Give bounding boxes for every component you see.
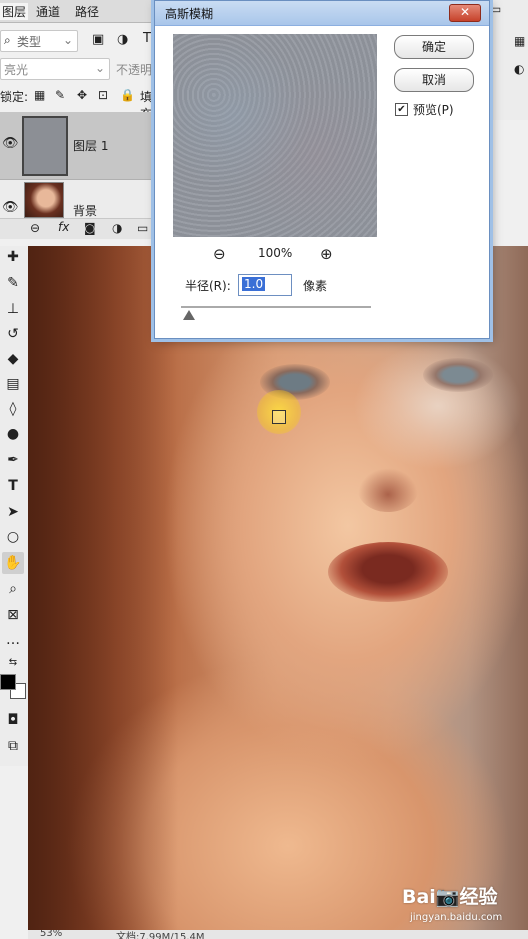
photo-nose [358, 468, 418, 512]
radius-unit: 像素 [303, 279, 328, 293]
radius-label: 半径(R): [185, 279, 231, 293]
mask-icon[interactable]: ◙ [84, 221, 96, 235]
zoom-icon[interactable]: ⌕ [2, 578, 24, 600]
lock-transparent-icon[interactable]: ▦ [34, 88, 45, 102]
filter-pixel-icon[interactable]: ▣ [92, 32, 104, 47]
brush-icon[interactable]: ✎ [2, 272, 24, 294]
blur-preview[interactable] [173, 34, 377, 237]
zoom-in-icon[interactable]: ⊕ [320, 245, 333, 263]
hand-icon[interactable]: ✋ [2, 552, 24, 574]
radius-input[interactable]: 1.0 [238, 274, 292, 296]
eye-icon[interactable]: 👁 [2, 200, 19, 215]
layer-name[interactable]: 图层 1 [73, 137, 108, 154]
path-selection-icon[interactable]: ➤ [2, 501, 24, 523]
close-icon[interactable]: ✕ [449, 4, 481, 22]
frame-icon[interactable]: ⊠ [2, 604, 24, 626]
status-zoom[interactable]: 53% [40, 930, 62, 939]
more-tools-icon[interactable]: … [2, 629, 24, 651]
radius-slider-thumb[interactable] [183, 310, 195, 320]
gaussian-blur-dialog: 高斯模糊 ✕ 确定 取消 ✔ 预览(P) ⊖ 100% ⊕ 半径(R): 1.0… [154, 0, 490, 339]
clone-stamp-icon[interactable]: ⊥ [2, 298, 24, 320]
layer-row[interactable]: 👁 图层 1 [0, 112, 154, 180]
panel-tabs: 图层 通道 路径 [0, 0, 154, 23]
ellipse-icon[interactable]: ○ [2, 526, 24, 548]
quick-mask-icon[interactable]: ◘ [2, 709, 24, 731]
eye-icon[interactable]: 👁 [2, 136, 19, 151]
filter-adjustment-icon[interactable]: ◑ [117, 32, 128, 47]
layer-footer-toolbar: ⊖ fx ◙ ◑ ▭ [0, 218, 154, 239]
status-doc-info: 文档:7.99M/15.4M [116, 932, 205, 939]
blur-icon[interactable]: ◊ [2, 398, 24, 420]
radius-value: 1.0 [242, 277, 266, 291]
layer-name[interactable]: 背景 [73, 202, 97, 219]
lock-paint-icon[interactable]: ✎ [55, 88, 65, 102]
radius-slider-track[interactable] [181, 306, 371, 308]
dialog-title: 高斯模糊 [165, 7, 214, 21]
chevron-down-icon: ⌄ [94, 61, 105, 75]
type-icon[interactable]: T [2, 475, 24, 497]
search-icon: ⌕ [4, 33, 11, 47]
filter-text-icon[interactable]: T [143, 31, 151, 46]
panel-icon[interactable]: ◐ [514, 62, 524, 76]
lock-row: 锁定: ▦ ✎ ✥ ⊡ 🔒 填充 [0, 88, 154, 121]
chevron-down-icon: ⌄ [62, 33, 73, 47]
eraser-icon[interactable]: ◆ [2, 348, 24, 370]
layer-filter-select[interactable]: ⌕ 类型 ⌄ [0, 30, 78, 52]
layer-thumbnail [22, 116, 68, 176]
preview-checkbox[interactable]: ✔ [395, 103, 408, 116]
healing-brush-icon[interactable]: ✚ [2, 246, 24, 268]
photo-hair [28, 246, 178, 930]
tab-layers[interactable]: 图层 [0, 3, 29, 20]
status-bar: 53% 文档:7.99M/15.4M [28, 930, 528, 939]
screen-mode-icon[interactable]: ⧉ [2, 735, 24, 757]
photo-canvas[interactable] [28, 246, 528, 930]
zoom-out-icon[interactable]: ⊖ [213, 245, 226, 263]
cursor-icon [272, 410, 286, 424]
tab-channels[interactable]: 通道 [36, 3, 60, 20]
dialog-titlebar[interactable]: 高斯模糊 ✕ [155, 1, 489, 26]
layer-thumbnail [24, 182, 64, 218]
panel-icon[interactable]: ▦ [514, 34, 525, 48]
lock-all-icon[interactable]: 🔒 [120, 88, 135, 102]
gradient-icon[interactable]: ▤ [2, 373, 24, 395]
history-brush-icon[interactable]: ↺ [2, 323, 24, 345]
blend-mode-value: 亮光 [4, 63, 29, 77]
lock-move-icon[interactable]: ✥ [77, 88, 87, 102]
blend-mode-select[interactable]: 亮光 ⌄ [0, 58, 110, 80]
watermark-url: jingyan.baidu.com [410, 912, 503, 923]
right-panel-strip: ▭ ▦ ◐ [488, 0, 528, 120]
zoom-level: 100% [258, 246, 293, 260]
pen-icon[interactable]: ✒ [2, 449, 24, 471]
toolbar: ✚ ✎ ⊥ ↺ ◆ ▤ ◊ ● ✒ T ➤ ○ ✋ ⌕ ⊠ … ⇆ ◘ ⧉ [0, 246, 28, 766]
adjustment-layer-icon[interactable]: ◑ [112, 221, 122, 235]
tab-paths[interactable]: 路径 [75, 3, 99, 20]
photo-eye-right [423, 358, 493, 392]
layer-row[interactable]: 👁 背景 [0, 180, 154, 218]
lock-label: 锁定: [0, 90, 29, 104]
fx-icon[interactable]: fx [58, 220, 69, 234]
preview-label: 预览(P) [413, 103, 454, 117]
watermark-logo: Bai📷经验 [402, 886, 498, 908]
panel-icon[interactable]: ▭ [490, 2, 501, 16]
filter-kind-value: 类型 [17, 35, 42, 49]
photo-lips [328, 542, 448, 602]
cancel-button[interactable]: 取消 [394, 68, 474, 92]
foreground-color-swatch[interactable] [0, 674, 16, 690]
dodge-icon[interactable]: ● [2, 423, 24, 445]
ok-button[interactable]: 确定 [394, 35, 474, 59]
link-icon[interactable]: ⊖ [30, 221, 40, 235]
swap-colors-icon[interactable]: ⇆ [2, 652, 24, 674]
folder-icon[interactable]: ▭ [137, 221, 148, 235]
lock-artboard-icon[interactable]: ⊡ [98, 88, 108, 102]
